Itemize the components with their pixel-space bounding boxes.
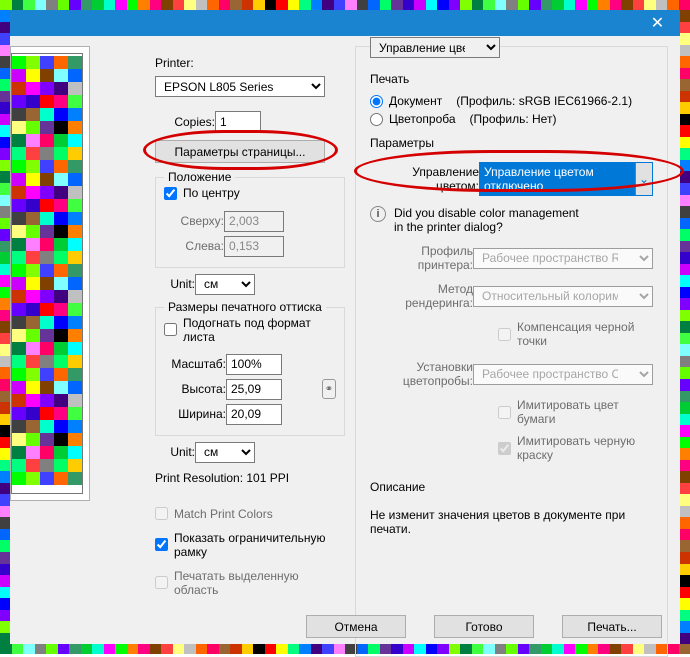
proof-radio-input[interactable]	[370, 113, 383, 126]
close-button[interactable]: ✕	[635, 10, 680, 36]
proof-radio-label: Цветопроба	[389, 112, 456, 126]
cm-select[interactable]: Управление цветом отключено ⌄	[479, 162, 653, 196]
width-input[interactable]	[226, 404, 282, 425]
match-colors-checkbox-label: Match Print Colors	[174, 507, 273, 521]
sim-paper-checkbox-label: Имитировать цвет бумаги	[517, 398, 653, 426]
print-selection-checkbox-input	[155, 576, 168, 589]
color-strip-right	[680, 10, 690, 644]
match-colors-checkbox-input	[155, 507, 168, 520]
sim-black-checkbox: Имитировать черную краску	[498, 434, 653, 462]
fit-media-checkbox-label: Подогнать под формат листа	[183, 316, 336, 344]
right-column: Управление цветом Печать Документ (Профи…	[355, 46, 668, 657]
print-resolution-label: Print Resolution: 101 PPI	[155, 471, 345, 485]
center-checkbox-input[interactable]	[164, 187, 177, 200]
cancel-button[interactable]: Отмена	[306, 615, 406, 638]
print-dialog: Printer: EPSON L805 Series Copies: Парам…	[10, 36, 680, 644]
top-input	[224, 211, 284, 232]
show-bbox-checkbox-label: Показать ограничительную рамку	[174, 531, 345, 559]
left-pos-input	[224, 236, 284, 257]
info-icon: i	[370, 206, 386, 222]
print-section-label: Печать	[370, 72, 653, 86]
sim-black-checkbox-label: Имитировать черную краску	[517, 434, 653, 462]
params-section-label: Параметры	[370, 136, 653, 150]
height-input[interactable]	[226, 379, 282, 400]
left-column: Printer: EPSON L805 Series Copies: Парам…	[155, 56, 345, 597]
height-label: Высота:	[164, 382, 226, 396]
fit-media-checkbox[interactable]: Подогнать под формат листа	[164, 316, 336, 344]
cm-hint-text: Did you disable color management in the …	[394, 206, 579, 234]
bpc-checkbox: Компенсация черной точки	[498, 320, 653, 348]
color-management-group: Управление цветом Печать Документ (Профи…	[355, 46, 668, 657]
top-label: Сверху:	[164, 214, 224, 228]
document-radio[interactable]: Документ	[370, 94, 442, 108]
bpc-checkbox-label: Компенсация черной точки	[517, 320, 653, 348]
cm-mode-select[interactable]: Управление цветом	[370, 37, 500, 58]
print-button[interactable]: Печать...	[562, 615, 662, 638]
show-bbox-checkbox-input[interactable]	[155, 538, 168, 551]
size-group-title: Размеры печатного оттиска	[164, 300, 326, 314]
proof-setup-select: Рабочее пространство CMYK ...	[473, 364, 653, 385]
document-radio-label: Документ	[389, 94, 442, 108]
unit-select-1[interactable]: см	[195, 274, 255, 295]
preview-page	[11, 53, 83, 494]
render-intent-label: Метод рендеринга:	[370, 282, 473, 310]
width-label: Ширина:	[164, 407, 226, 421]
show-bbox-checkbox[interactable]: Показать ограничительную рамку	[155, 531, 345, 559]
print-selection-checkbox-label: Печатать выделенную область	[174, 569, 345, 597]
position-group-title: Положение	[164, 170, 235, 184]
unit-label-2: Unit:	[155, 445, 195, 459]
aspect-lock-icon[interactable]: ⚭	[322, 379, 336, 399]
copies-label: Copies:	[155, 115, 215, 129]
document-radio-input[interactable]	[370, 95, 383, 108]
sim-black-checkbox-input	[498, 442, 511, 455]
render-intent-select: Относительный колориметр...	[473, 286, 653, 307]
color-strip-top	[0, 0, 690, 10]
button-bar: Отмена Готово Печать...	[306, 615, 662, 638]
printer-profile-select: Рабочее пространство RGB - ...	[473, 248, 653, 269]
chevron-down-icon[interactable]: ⌄	[635, 163, 652, 195]
done-button[interactable]: Готово	[434, 615, 534, 638]
printer-label: Printer:	[155, 56, 345, 70]
sim-paper-checkbox-input	[498, 406, 511, 419]
center-checkbox-label: По центру	[183, 186, 240, 200]
cm-select-value: Управление цветом отключено	[480, 163, 635, 195]
scale-input[interactable]	[226, 354, 282, 375]
titlebar: ✕	[10, 10, 680, 36]
printer-profile-label: Профиль принтера:	[370, 244, 473, 272]
unit-select-2[interactable]: см	[195, 442, 255, 463]
document-profile-text: (Профиль: sRGB IEC61966-2.1)	[456, 94, 632, 108]
bpc-checkbox-input	[498, 328, 511, 341]
cm-select-label: Управление цветом:	[370, 165, 479, 193]
print-preview	[10, 46, 90, 501]
color-strip-left	[0, 10, 10, 644]
page-setup-button[interactable]: Параметры страницы...	[155, 140, 325, 163]
fit-media-checkbox-input[interactable]	[164, 323, 177, 336]
unit-label-1: Unit:	[155, 277, 195, 291]
proof-setup-label: Установки цветопробы:	[370, 360, 473, 388]
print-selection-checkbox: Печатать выделенную область	[155, 569, 345, 597]
center-checkbox[interactable]: По центру	[164, 186, 240, 200]
sim-paper-checkbox: Имитировать цвет бумаги	[498, 398, 653, 426]
proof-profile-text: (Профиль: Нет)	[470, 112, 557, 126]
proof-radio[interactable]: Цветопроба	[370, 112, 456, 126]
preview-swatches	[12, 56, 82, 485]
match-colors-checkbox: Match Print Colors	[155, 507, 345, 521]
printer-select[interactable]: EPSON L805 Series	[155, 76, 325, 97]
copies-input[interactable]	[215, 111, 261, 132]
scale-label: Масштаб:	[164, 357, 226, 371]
left-pos-label: Слева:	[164, 239, 224, 253]
description-text: Не изменит значения цветов в документе п…	[370, 508, 653, 536]
description-label: Описание	[370, 480, 653, 494]
